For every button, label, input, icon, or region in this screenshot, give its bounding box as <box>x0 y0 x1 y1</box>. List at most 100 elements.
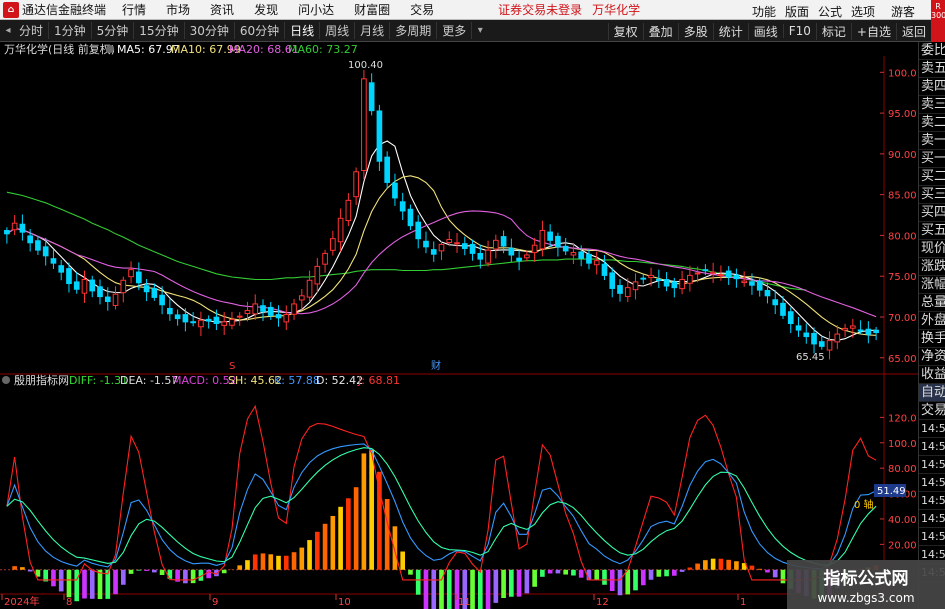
macd-bar <box>423 569 429 609</box>
macd-bar <box>400 551 406 570</box>
candle-body <box>570 252 577 256</box>
candle-body <box>182 314 189 323</box>
macd-bar <box>97 569 103 600</box>
statistics-button[interactable]: 统计 <box>712 22 748 40</box>
quote-panel-item[interactable]: 14:56 <box>919 492 945 510</box>
macd-bar <box>237 565 243 570</box>
candle-body <box>291 303 297 315</box>
candle-body <box>213 316 220 325</box>
menu-item-zixun[interactable]: 资讯 <box>210 1 234 18</box>
period-30min[interactable]: 30分钟 <box>185 22 235 39</box>
candle-body <box>73 281 80 290</box>
period-daily[interactable]: 日线 <box>285 22 321 39</box>
mark-button[interactable]: 标记 <box>815 22 851 40</box>
fuquan-button[interactable]: 复权 <box>607 22 643 40</box>
menu-item-banmian[interactable]: 版面 <box>785 3 809 20</box>
quote-panel-item[interactable]: 自动 <box>919 384 945 402</box>
draw-line-button[interactable]: 画线 <box>747 22 783 40</box>
quote-panel-item[interactable]: 买三 <box>919 186 945 204</box>
macd-bar <box>58 569 64 592</box>
quote-panel-item[interactable]: 卖五 <box>919 60 945 78</box>
menu-item-xuanxiang[interactable]: 选项 <box>851 3 875 20</box>
menu-item-gongshi[interactable]: 公式 <box>818 3 842 20</box>
quote-panel-item[interactable]: 卖四 <box>919 78 945 96</box>
quote-panel-item[interactable]: 14:56 <box>919 528 945 546</box>
quote-panel-item[interactable]: 卖二 <box>919 114 945 132</box>
period-15min[interactable]: 15分钟 <box>134 22 185 39</box>
quote-panel-item[interactable]: 14:56 <box>919 474 945 492</box>
quote-panel-item[interactable]: 涨幅 <box>919 276 945 294</box>
candle-body <box>756 280 763 291</box>
period-weekly[interactable]: 周线 <box>320 22 356 39</box>
menu-item-jiaoyi[interactable]: 交易 <box>410 1 434 18</box>
back-button[interactable]: 返回 <box>895 22 931 40</box>
candle-body <box>764 289 771 297</box>
quote-panel-item[interactable]: 换手 <box>919 330 945 348</box>
ma5-line <box>6 140 877 341</box>
quote-panel-item[interactable]: 交易 <box>919 402 945 420</box>
add-watchlist-button[interactable]: +自选 <box>850 22 896 40</box>
period-monthly[interactable]: 月线 <box>355 22 391 39</box>
menu-item-caifuquan[interactable]: 财富圈 <box>354 1 390 18</box>
menu-item-hangqing[interactable]: 行情 <box>122 1 146 18</box>
trade-login-notice[interactable]: 证券交易未登录 <box>498 1 582 18</box>
menu-item-wenxiaoda[interactable]: 问小达 <box>298 1 334 18</box>
multi-stock-button[interactable]: 多股 <box>677 22 713 40</box>
candle-body <box>787 311 794 325</box>
candle-body <box>159 294 165 306</box>
macd-bar <box>12 566 17 570</box>
quote-panel-item[interactable]: 涨跌 <box>919 258 945 276</box>
candle-body <box>601 263 608 276</box>
period-1min[interactable]: 1分钟 <box>49 22 92 39</box>
candle-body <box>353 171 359 198</box>
time-tick-label: 9 <box>212 597 218 608</box>
menu-item-shichang[interactable]: 市场 <box>166 1 190 18</box>
macd-bar <box>431 569 437 609</box>
candle-body <box>112 293 119 306</box>
quote-panel-item[interactable]: 14:56 <box>919 456 945 474</box>
guest-user[interactable]: 游客 <box>891 3 915 20</box>
quote-panel-item[interactable]: 外盘 <box>919 312 945 330</box>
f10-button[interactable]: F10 <box>782 24 816 38</box>
quote-panel-item[interactable]: 委比 <box>919 42 945 60</box>
period-more[interactable]: 更多 <box>437 22 473 39</box>
quote-panel-item[interactable]: 买二 <box>919 168 945 186</box>
macd-bar <box>384 499 390 570</box>
quote-panel-item[interactable]: 买四 <box>919 204 945 222</box>
candle-body <box>811 332 817 345</box>
macd-bar <box>726 559 731 570</box>
macd-bar <box>113 569 118 595</box>
overlay-button[interactable]: 叠加 <box>642 22 678 40</box>
settings-dot-icon[interactable] <box>106 45 114 53</box>
period-60min[interactable]: 60分钟 <box>235 22 286 39</box>
quote-panel-item[interactable]: 收益 <box>919 366 945 384</box>
quote-panel-item[interactable]: 14:56 <box>919 510 945 528</box>
period-5min[interactable]: 5分钟 <box>92 22 135 39</box>
dea-label: DEA: -1.57 <box>120 374 178 387</box>
quote-panel-item[interactable]: 总量 <box>919 294 945 312</box>
macd-bar <box>493 569 499 603</box>
macd-bar <box>82 569 87 599</box>
quote-panel-item[interactable]: 净资 <box>919 348 945 366</box>
candle-body <box>345 199 352 222</box>
quote-panel-item[interactable]: 买五 <box>919 222 945 240</box>
period-multi[interactable]: 多周期 <box>390 22 438 39</box>
candle-body <box>632 281 639 291</box>
main-chart-title: 万华化学(日线 前复权) <box>4 42 115 56</box>
quote-panel-item[interactable]: 14:56 <box>919 438 945 456</box>
quote-panel-item[interactable]: 卖一 <box>919 132 945 150</box>
quote-panel-item[interactable]: 卖三 <box>919 96 945 114</box>
period-fenshi[interactable]: 分时 <box>14 22 50 39</box>
scroll-left-icon[interactable]: ◂ <box>2 25 14 36</box>
menu-item-faxian[interactable]: 发现 <box>254 1 278 18</box>
candle-body <box>337 217 344 243</box>
quote-panel-item[interactable]: 14:56 <box>919 420 945 438</box>
quote-panel-item[interactable]: 买一 <box>919 150 945 168</box>
ma20-line <box>6 210 877 318</box>
kline-chart[interactable]: 100.0 95.00 90.00 85.00 80.00 75.00 70.00 65.00… <box>0 42 918 609</box>
menu-item-gongneng[interactable]: 功能 <box>752 3 776 20</box>
quote-panel-item[interactable]: 现价 <box>919 240 945 258</box>
macd-bar <box>338 506 343 570</box>
dropdown-arrow-icon[interactable]: ▾ <box>474 25 486 36</box>
indicator-settings-icon[interactable] <box>2 376 10 384</box>
